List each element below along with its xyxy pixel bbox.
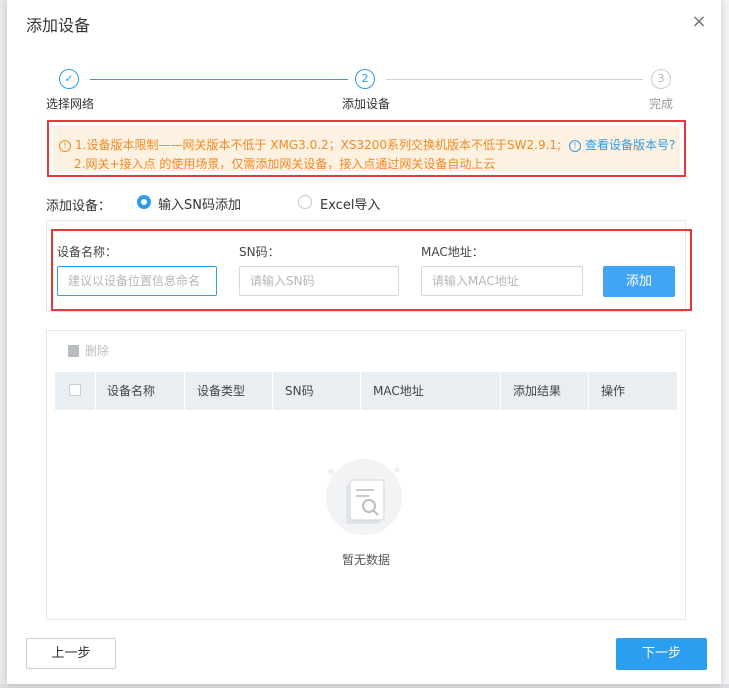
previous-step-button[interactable]: 上一步 xyxy=(26,638,116,669)
col-device-name: 设备名称 xyxy=(107,384,156,398)
step-1-check-icon: ✓ xyxy=(59,69,79,89)
step-3-number: 3 xyxy=(651,69,671,89)
delete-button[interactable]: 删除 xyxy=(68,342,109,359)
notice-line-2: 2.网关+接入点 的使用场景，仅需添加网关设备，接入点通过网关设备自动上云 xyxy=(74,157,496,171)
column-divider xyxy=(360,372,361,410)
col-actions: 操作 xyxy=(601,384,626,398)
add-mode-label: 添加设备： xyxy=(46,199,112,214)
col-mac: MAC地址 xyxy=(373,384,424,398)
step-connector-2 xyxy=(386,79,643,80)
step-1-label: 选择网络 xyxy=(46,97,95,111)
select-all-cell xyxy=(55,372,95,410)
column-divider xyxy=(588,372,589,410)
radio-excel-import-label[interactable]: Excel导入 xyxy=(320,194,380,213)
close-icon[interactable]: × xyxy=(689,12,709,32)
dialog-title: 添加设备 xyxy=(26,16,91,35)
notice-line-1-text: 1.设备版本限制——网关版本不低于 XMG3.0.2；XS3200系列交换机版本… xyxy=(75,138,562,152)
step-2-number: 2 xyxy=(355,69,375,89)
empty-text: 暂无数据 xyxy=(341,553,390,567)
radio-sn-input-label[interactable]: 输入SN码添加 xyxy=(158,194,241,213)
delete-label: 删除 xyxy=(85,344,110,358)
select-all-checkbox[interactable] xyxy=(69,384,81,396)
add-button[interactable]: 添加 xyxy=(603,266,675,297)
info-circle-icon: ! xyxy=(568,140,581,152)
check-version-link[interactable]: 查看设备版本号? xyxy=(585,138,675,152)
col-device-type: 设备类型 xyxy=(197,384,246,398)
column-divider xyxy=(95,372,96,410)
radio-sn-input[interactable] xyxy=(137,195,151,209)
trash-icon xyxy=(68,345,79,357)
next-step-button[interactable]: 下一步 xyxy=(616,638,707,670)
col-result: 添加结果 xyxy=(513,384,562,398)
column-divider xyxy=(272,372,273,410)
sn-label: SN码： xyxy=(239,245,280,259)
device-name-input[interactable] xyxy=(57,266,217,296)
column-divider xyxy=(184,372,185,410)
step-2-label: 添加设备 xyxy=(342,97,391,111)
table-header: 设备名称 设备类型 SN码 MAC地址 添加结果 操作 xyxy=(55,372,677,410)
col-sn: SN码 xyxy=(285,384,314,398)
step-3-label: 完成 xyxy=(649,97,674,111)
device-name-label: 设备名称： xyxy=(57,245,118,259)
empty-data-icon xyxy=(326,459,402,535)
step-connector-1 xyxy=(90,79,348,80)
background-page-bottom xyxy=(0,684,729,688)
info-circle-icon: ! xyxy=(59,140,71,152)
mac-label: MAC地址： xyxy=(421,245,484,259)
radio-excel-import[interactable] xyxy=(298,195,312,209)
add-device-dialog: 添加设备 × ✓ 选择网络 2 添加设备 3 完成 ! 1.设备版本限制——网关版… xyxy=(7,0,721,684)
notice-line-1: ! 1.设备版本限制——网关版本不低于 XMG3.0.2；XS3200系列交换机版… xyxy=(59,136,675,153)
sn-input[interactable] xyxy=(239,266,399,296)
mac-input[interactable] xyxy=(421,266,583,296)
version-notice-body: ! 1.设备版本限制——网关版本不低于 XMG3.0.2；XS3200系列交换机版… xyxy=(53,126,680,171)
column-divider xyxy=(500,372,501,410)
version-notice: ! 1.设备版本限制——网关版本不低于 XMG3.0.2；XS3200系列交换机版… xyxy=(47,120,686,177)
